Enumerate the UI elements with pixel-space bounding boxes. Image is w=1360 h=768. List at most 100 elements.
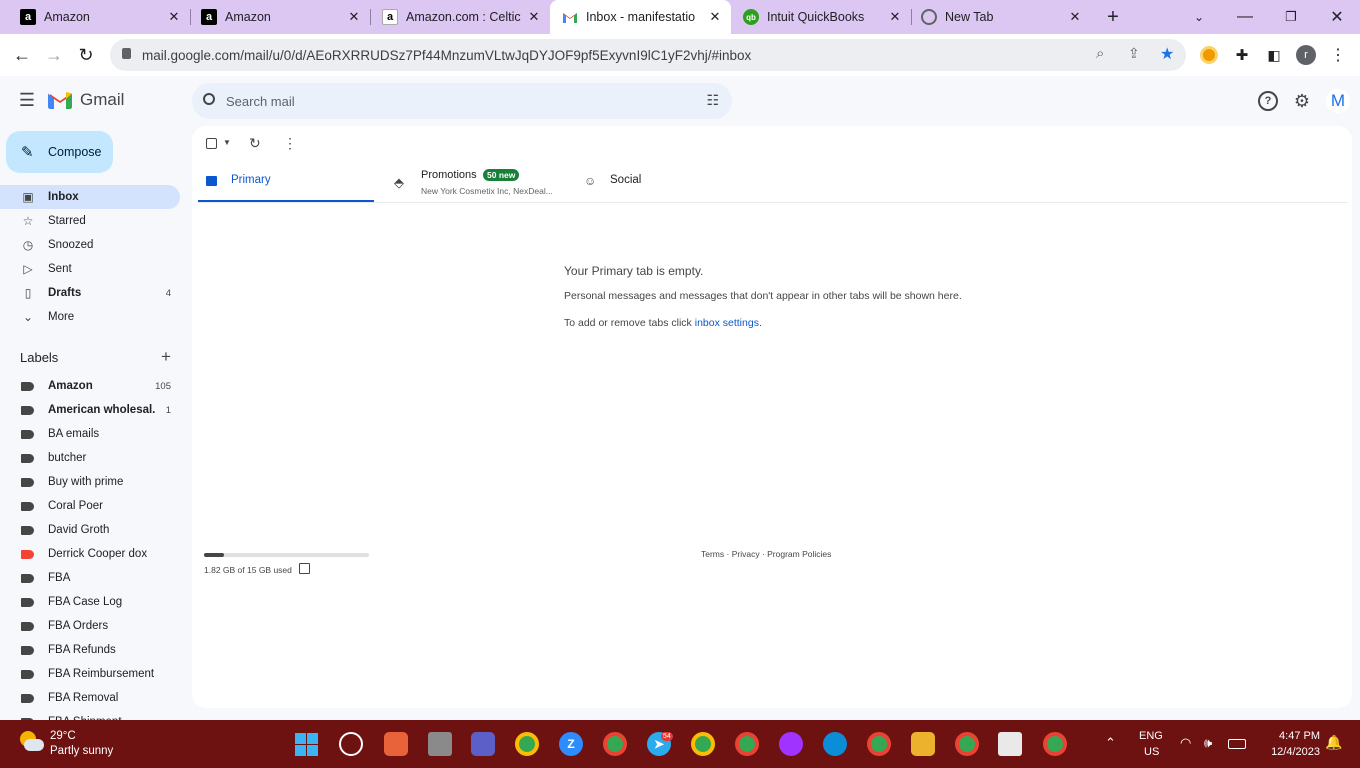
label-item[interactable]: FBA Case Log — [0, 590, 180, 614]
account-avatar[interactable]: M — [1326, 89, 1350, 113]
chrome-icon[interactable] — [515, 732, 539, 756]
label-item[interactable]: FBA Removal — [0, 686, 180, 710]
chrome-icon[interactable] — [955, 732, 979, 756]
zoom-icon[interactable]: ⌕ — [1096, 45, 1104, 62]
tab-social[interactable]: ☺ Social — [562, 166, 738, 203]
search-bar[interactable]: Search mail ☷ — [192, 83, 732, 119]
browser-tab[interactable]: a Amazon ✕ — [0, 0, 190, 34]
menu-dots-icon[interactable]: ⋮ — [1328, 45, 1348, 65]
task-view-icon[interactable] — [428, 732, 452, 756]
label-item[interactable]: Amazon 105 — [0, 374, 180, 398]
gmail-logo[interactable]: Gmail — [48, 90, 124, 110]
chrome-icon[interactable] — [691, 732, 715, 756]
notification-bell-icon[interactable]: 🔔 — [1325, 734, 1342, 751]
back-icon[interactable]: ← — [10, 44, 34, 66]
select-all-checkbox[interactable] — [206, 138, 217, 149]
search-icon[interactable] — [203, 93, 215, 105]
close-icon[interactable]: ✕ — [885, 9, 905, 25]
privacy-link[interactable]: Privacy — [732, 549, 760, 559]
label-item[interactable]: butcher — [0, 446, 180, 470]
label-item[interactable]: FBA — [0, 566, 180, 590]
label-item[interactable]: FBA Orders — [0, 614, 180, 638]
weather-temp[interactable]: 29°C — [50, 730, 76, 742]
weather-icon[interactable] — [18, 729, 44, 755]
edge-icon[interactable] — [823, 732, 847, 756]
label-item[interactable]: American wholesal... 1 — [0, 398, 180, 422]
main-menu-icon[interactable]: ☰ — [16, 89, 38, 111]
clock-time[interactable]: 4:47 PM — [1270, 730, 1320, 742]
copilot-pre-icon[interactable] — [384, 732, 408, 756]
label-item[interactable]: FBA Refunds — [0, 638, 180, 662]
minimize-icon[interactable]: — — [1232, 5, 1258, 29]
sidebar-item-drafts[interactable]: ▯ Drafts 4 — [0, 281, 180, 305]
profile-avatar[interactable]: r — [1296, 45, 1316, 65]
tab-promotions[interactable]: ⬘ Promotions 50 new New York Cosmetix In… — [374, 166, 562, 203]
zoom-app-icon[interactable]: Z — [559, 732, 583, 756]
terms-link[interactable]: Terms — [701, 549, 724, 559]
side-panel-icon[interactable]: ◧ — [1264, 45, 1284, 65]
browser-tab[interactable]: a Amazon ✕ — [181, 0, 370, 34]
chrome-icon[interactable] — [735, 732, 759, 756]
browser-tab[interactable]: qb Intuit QuickBooks ✕ — [731, 0, 911, 34]
close-icon[interactable]: ✕ — [1065, 9, 1085, 25]
help-icon[interactable]: ? — [1258, 91, 1278, 111]
close-icon[interactable]: ✕ — [705, 9, 725, 25]
clock-date[interactable]: 12/4/2023 — [1260, 746, 1320, 758]
label-item[interactable]: Buy with prime — [0, 470, 180, 494]
extension-icon[interactable] — [1200, 46, 1218, 64]
inbox-settings-link[interactable]: inbox settings — [695, 317, 759, 329]
language-indicator[interactable]: ENG — [1139, 730, 1163, 742]
search-input[interactable]: Search mail — [226, 94, 295, 109]
label-item[interactable]: Derrick Cooper dox — [0, 542, 180, 566]
sidebar-item-more[interactable]: ⌄ More — [0, 305, 180, 329]
slack-icon[interactable] — [911, 732, 935, 756]
language-region[interactable]: US — [1144, 746, 1159, 758]
sidebar-item-snoozed[interactable]: ◷ Snoozed — [0, 233, 180, 257]
label-item[interactable]: FBA Reimbursement — [0, 662, 180, 686]
reload-icon[interactable]: ↻ — [74, 44, 98, 66]
chrome-icon[interactable] — [603, 732, 627, 756]
new-tab-icon[interactable]: + — [1100, 5, 1126, 29]
label-item[interactable]: David Groth — [0, 518, 180, 542]
sidebar-item-inbox[interactable]: ▣ Inbox — [0, 185, 180, 209]
browser-tab[interactable]: New Tab ✕ — [911, 0, 1091, 34]
search-icon[interactable] — [339, 732, 363, 756]
label-item[interactable]: BA emails — [0, 422, 180, 446]
search-options-icon[interactable]: ☷ — [706, 92, 719, 109]
close-window-icon[interactable]: ✕ — [1324, 5, 1350, 29]
refresh-icon[interactable]: ↻ — [249, 135, 261, 152]
share-icon[interactable]: ⇪ — [1128, 45, 1140, 62]
browser-tab[interactable]: a Amazon.com : Celtic ✕ — [362, 0, 550, 34]
messenger-icon[interactable] — [779, 732, 803, 756]
extensions-puzzle-icon[interactable]: ✚ — [1232, 45, 1252, 65]
volume-icon[interactable]: 🕪 — [1204, 735, 1212, 751]
forward-icon[interactable]: → — [42, 44, 66, 66]
settings-gear-icon[interactable]: ⚙ — [1291, 90, 1313, 112]
restore-icon[interactable]: ❐ — [1278, 5, 1304, 29]
compose-button[interactable]: ✎ Compose — [6, 131, 113, 173]
snipping-tool-icon[interactable] — [998, 732, 1022, 756]
close-icon[interactable]: ✕ — [524, 9, 544, 25]
show-hidden-icons[interactable]: ⌃ — [1105, 735, 1116, 751]
close-icon[interactable]: ✕ — [344, 9, 364, 25]
browser-tab-active[interactable]: Inbox - manifestatio ✕ — [550, 0, 731, 34]
more-actions-icon[interactable]: ⋮ — [283, 135, 297, 152]
tab-search-icon[interactable]: ⌄ — [1186, 5, 1212, 29]
label-item[interactable]: Coral Poer — [0, 494, 180, 518]
address-bar[interactable]: mail.google.com/mail/u/0/d/AEoRXRRUDSz7P… — [110, 39, 1186, 71]
weather-desc[interactable]: Partly sunny — [50, 745, 113, 757]
add-label-icon[interactable]: + — [158, 347, 174, 366]
open-in-new-icon[interactable] — [299, 563, 310, 574]
windows-start-icon[interactable] — [295, 733, 318, 756]
battery-icon[interactable] — [1228, 739, 1246, 749]
chrome-icon[interactable] — [1043, 732, 1067, 756]
teams-icon[interactable] — [471, 732, 495, 756]
select-dropdown-icon[interactable]: ▼ — [223, 138, 231, 147]
chrome-icon[interactable] — [867, 732, 891, 756]
tab-primary[interactable]: Primary — [198, 166, 374, 203]
program-policies-link[interactable]: Program Policies — [767, 549, 831, 559]
bookmark-star-icon[interactable]: ★ — [1160, 44, 1174, 64]
wifi-icon[interactable]: ◠ — [1180, 735, 1191, 751]
sidebar-item-starred[interactable]: ☆ Starred — [0, 209, 180, 233]
sidebar-item-sent[interactable]: ▷ Sent — [0, 257, 180, 281]
